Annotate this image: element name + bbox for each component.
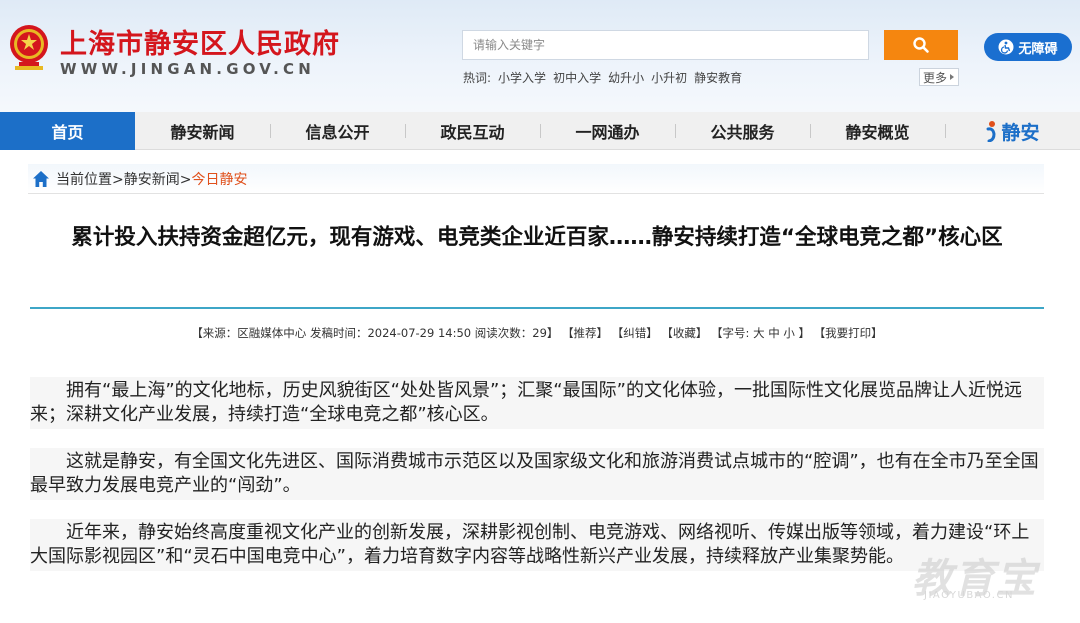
- font-size-small[interactable]: 小: [783, 326, 795, 340]
- font-size-close: 】: [798, 326, 811, 340]
- hot-word-link[interactable]: 小升初: [651, 69, 687, 86]
- watermark: 教育宝 JIAOYUBAO.CN: [912, 546, 1072, 606]
- breadcrumb-parent[interactable]: 静安新闻>: [124, 169, 192, 189]
- jingan-logo-text: 静安: [1001, 121, 1040, 144]
- wheelchair-icon: [998, 39, 1014, 55]
- hot-word-link[interactable]: 幼升小: [608, 69, 644, 86]
- hot-word-link[interactable]: 小学入学: [498, 69, 546, 86]
- font-size-label: 【字号:: [711, 326, 750, 340]
- search-input[interactable]: [462, 30, 869, 60]
- search-icon: [913, 37, 929, 53]
- print-link[interactable]: 【我要打印】: [814, 326, 883, 340]
- nav-item-news[interactable]: 静安新闻: [135, 112, 270, 150]
- font-size-medium[interactable]: 中: [768, 326, 780, 340]
- font-size-large[interactable]: 大: [753, 326, 765, 340]
- meta-source: 【来源：区融媒体中心: [191, 326, 307, 340]
- site-title[interactable]: 上海市静安区人民政府: [60, 22, 340, 61]
- search-button[interactable]: [884, 30, 958, 60]
- recommend-link[interactable]: 【推荐】: [562, 326, 608, 340]
- jingan-logo[interactable]: 静安: [945, 112, 1080, 150]
- site-url: WWW.JINGAN.GOV.CN: [60, 60, 315, 78]
- favorite-link[interactable]: 【收藏】: [661, 326, 707, 340]
- main-nav: 首页 静安新闻 信息公开 政民互动 一网通办 公共服务 静安概览 静安: [0, 112, 1080, 150]
- hot-words: 热词: 小学入学 初中入学 幼升小 小升初 静安教育: [463, 69, 742, 86]
- article-title: 累计投入扶持资金超亿元，现有游戏、电竞类企业近百家……静安持续打造“全球电竞之都…: [71, 225, 1003, 250]
- meta-views: 阅读次数：29】: [474, 326, 559, 340]
- nav-item-services-online[interactable]: 一网通办: [540, 112, 675, 150]
- caret-right-icon: [950, 74, 954, 80]
- more-label: 更多: [922, 70, 947, 85]
- article-paragraph: 近年来，静安始终高度重视文化产业的创新发展，深耕影视创制、电竞游戏、网络视听、传…: [30, 519, 1044, 571]
- jingan-logo-icon: [986, 121, 996, 142]
- site-header: 上海市静安区人民政府 WWW.JINGAN.GOV.CN 无障碍 热词: 小学入…: [0, 0, 1080, 112]
- hot-word-link[interactable]: 初中入学: [553, 69, 601, 86]
- more-button[interactable]: 更多: [919, 68, 959, 86]
- hot-words-label: 热词:: [463, 71, 492, 85]
- home-icon[interactable]: [32, 170, 50, 188]
- accessibility-label: 无障碍: [1018, 41, 1058, 57]
- national-emblem-icon: [10, 25, 48, 70]
- nav-item-home[interactable]: 首页: [0, 112, 135, 150]
- breadcrumb: 当前位置> 静安新闻> 今日静安: [28, 164, 1044, 194]
- correct-link[interactable]: 【纠错】: [612, 326, 658, 340]
- breadcrumb-current[interactable]: 今日静安: [191, 169, 247, 189]
- article-paragraph: 拥有“最上海”的文化地标，历史风貌街区“处处皆风景”；汇聚“最国际”的文化体验，…: [30, 377, 1044, 429]
- meta-published: 发稿时间：2024-07-29 14:50: [309, 326, 472, 340]
- nav-item-info[interactable]: 信息公开: [270, 112, 405, 150]
- watermark-url: JIAOYUBAO.CN: [924, 590, 1014, 601]
- hot-word-link[interactable]: 静安教育: [694, 69, 742, 86]
- title-divider: [30, 307, 1044, 309]
- nav-item-interaction[interactable]: 政民互动: [405, 112, 540, 150]
- nav-item-public-services[interactable]: 公共服务: [675, 112, 810, 150]
- breadcrumb-prefix: 当前位置>: [56, 171, 124, 188]
- article-meta: 【来源：区融媒体中心 发稿时间：2024-07-29 14:50 阅读次数：29…: [30, 325, 1044, 341]
- nav-item-overview[interactable]: 静安概览: [810, 112, 945, 150]
- accessibility-button[interactable]: 无障碍: [984, 33, 1072, 61]
- article-paragraph: 这就是静安，有全国文化先进区、国际消费城市示范区以及国家级文化和旅游消费试点城市…: [30, 448, 1044, 500]
